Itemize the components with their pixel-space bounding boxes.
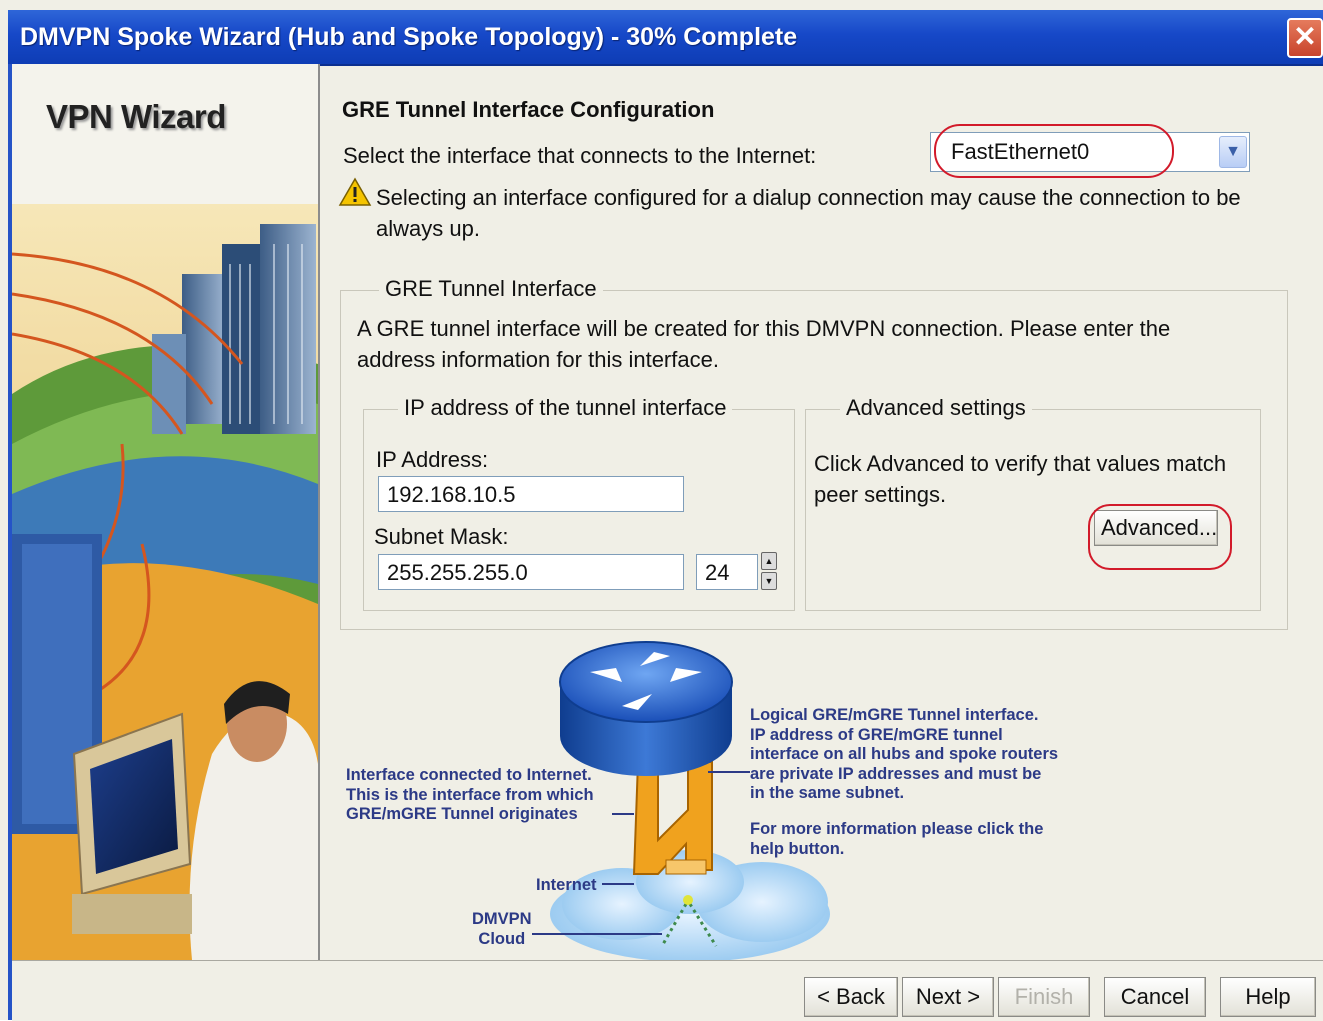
vpn-illustration [12, 204, 318, 960]
vpn-wizard-heading: VPN Wizard [46, 98, 226, 135]
dmvpn-cloud-label-line: DMVPN [472, 910, 532, 928]
wizard-window: DMVPN Spoke Wizard (Hub and Spoke Topolo… [0, 0, 1323, 1021]
advanced-settings-group: Advanced settings Click Advanced to veri… [805, 395, 1261, 611]
tunnel-ip-legend: IP address of the tunnel interface [398, 395, 733, 421]
tunnel-callout-line: in the same subnet. [750, 784, 905, 802]
wizard-content: GRE Tunnel Interface Configuration Selec… [322, 64, 1323, 960]
interface-callout-line: Interface connected to Internet. [346, 766, 592, 784]
dialup-warning: Selecting an interface configured for a … [376, 185, 1241, 241]
warning-triangle-icon [338, 177, 372, 206]
back-button[interactable]: < Back [804, 977, 898, 1017]
tunnel-callout-line: IP address of GRE/mGRE tunnel [750, 725, 1003, 744]
help-callout: For more information please click the he… [750, 820, 1043, 859]
spinner-up-icon[interactable]: ▲ [761, 552, 777, 570]
spinner-updown-icon[interactable]: ▲ ▼ [761, 552, 777, 590]
tunnel-callout: Logical GRE/mGRE Tunnel interface. IP ad… [750, 706, 1058, 804]
tunnel-callout-line: are private IP addresses and must be [750, 764, 1042, 783]
wizard-button-bar: < Back Next > Finish Cancel Help [12, 960, 1323, 1021]
gre-tunnel-group: GRE Tunnel Interface A GRE tunnel interf… [340, 276, 1288, 630]
ip-address-input[interactable]: 192.168.10.5 [378, 476, 684, 512]
subnet-mask-input[interactable]: 255.255.255.0 [378, 554, 684, 590]
interface-callout: Interface connected to Internet. This is… [346, 766, 594, 825]
window-title: DMVPN Spoke Wizard (Hub and Spoke Topolo… [20, 23, 798, 51]
title-bar[interactable]: DMVPN Spoke Wizard (Hub and Spoke Topolo… [8, 10, 1323, 66]
tunnel-diagram: Interface connected to Internet. This is… [322, 634, 1322, 960]
tunnel-callout-line: interface on all hubs and spoke routers [750, 745, 1059, 763]
help-button[interactable]: Help [1220, 977, 1316, 1017]
router-icon [559, 641, 733, 776]
wizard-side-panel: VPN Wizard [12, 64, 320, 960]
highlight-ellipse-advanced [1088, 504, 1232, 570]
help-callout-line: For more information please click the [750, 820, 1044, 838]
tunnel-callout-line: Logical GRE/mGRE Tunnel interface. [750, 706, 1039, 724]
interface-callout-line: GRE/mGRE Tunnel originates [346, 805, 578, 823]
cancel-button[interactable]: Cancel [1104, 977, 1206, 1017]
subnet-mask-label: Subnet Mask: [374, 524, 509, 549]
close-icon: ✕ [1293, 21, 1317, 52]
gre-description: A GRE tunnel interface will be created f… [357, 316, 1171, 372]
dmvpn-cloud-label: DMVPN Cloud [472, 910, 532, 949]
finish-button[interactable]: Finish [998, 977, 1090, 1017]
tunnel-ip-group: IP address of the tunnel interface IP Ad… [363, 395, 795, 611]
dmvpn-cloud-label-line: Cloud [478, 929, 526, 948]
prefix-length-input[interactable]: 24 [696, 554, 758, 590]
spinner-down-icon[interactable]: ▼ [761, 572, 777, 590]
advanced-settings-text: Click Advanced to verify that values mat… [814, 451, 1227, 507]
help-callout-line: help button. [750, 839, 845, 858]
ip-address-label: IP Address: [376, 447, 489, 472]
highlight-ellipse-interface [934, 124, 1174, 178]
next-button[interactable]: Next > [902, 977, 994, 1017]
gre-tunnel-legend: GRE Tunnel Interface [379, 276, 603, 302]
close-button[interactable]: ✕ [1287, 18, 1323, 58]
interface-prompt: Select the interface that connects to th… [343, 143, 817, 168]
interface-callout-line: This is the interface from which [346, 785, 594, 804]
section-title: GRE Tunnel Interface Configuration [342, 97, 715, 122]
advanced-settings-legend: Advanced settings [840, 395, 1032, 421]
internet-label: Internet [536, 876, 597, 894]
chevron-down-icon[interactable]: ▼ [1219, 136, 1247, 168]
